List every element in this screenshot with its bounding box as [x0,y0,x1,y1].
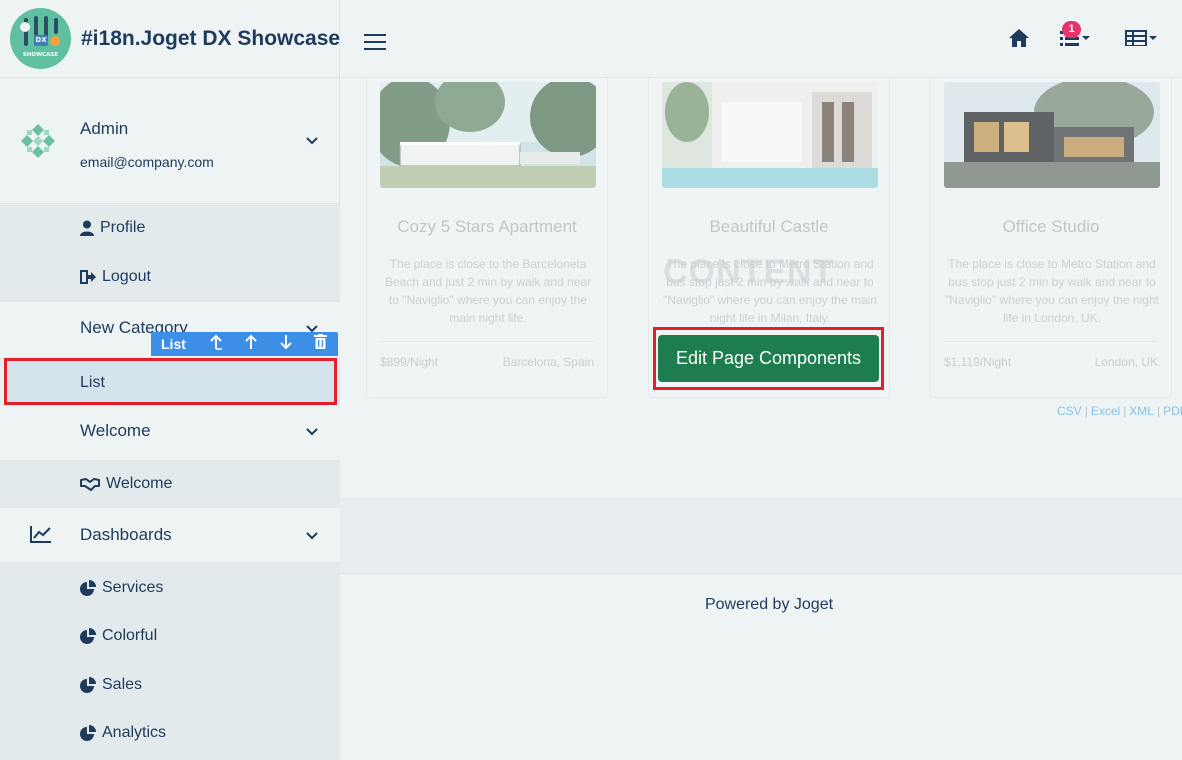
chevron-down-icon[interactable] [305,134,319,148]
card-image-glass-house [380,82,596,188]
export-pdf-link[interactable]: PDF [1163,404,1182,418]
handshake-icon [80,478,100,491]
logout-label: Logout [102,268,151,285]
export-excel-link[interactable]: Excel [1091,404,1120,418]
brand[interactable]: DX SHOWCASE #i18n.Joget DX Showcase [0,0,341,78]
sidebar-item-services[interactable]: Services [80,579,163,597]
footer: Powered by Joget [340,574,1182,760]
sidebar-item-welcome[interactable]: Welcome [80,475,172,493]
card-image-office-studio [944,82,1160,188]
sidebar-group-welcome[interactable]: Welcome [80,421,151,441]
pie-chart-icon [80,677,96,693]
pie-chart-icon [80,628,96,644]
table-menu-icon[interactable] [1125,30,1161,46]
menu-item-logout[interactable]: Logout [80,268,151,286]
sidebar-group-dashboards[interactable]: Dashboards [80,525,172,545]
export-csv-link[interactable]: CSV [1057,404,1082,418]
powered-by: Powered by Joget [704,596,834,613]
listing-card[interactable]: Cozy 5 Stars Apartment The place is clos… [366,66,608,398]
card-price: $899/Night [380,355,439,369]
edit-page-components-button[interactable]: Edit Page Components [658,335,879,382]
card-location: Barcelona, Spain [502,355,594,369]
colorful-label: Colorful [102,627,158,644]
avatar [21,124,55,158]
toolbar-label: List [161,336,186,352]
sidebar-item-analytics[interactable]: Analytics [80,724,166,742]
notification-badge: 1 [1062,21,1081,38]
menu-toggle-icon[interactable] [364,34,386,50]
analytics-label: Analytics [102,724,167,741]
line-chart-icon [30,526,51,543]
card-description: The place is close to the Barceloneta Be… [384,257,592,325]
user-name: Admin [80,119,129,138]
move-up-icon[interactable] [234,334,269,355]
app-logo: DX SHOWCASE [10,8,71,69]
menu-item-profile[interactable]: Profile [80,219,145,237]
profile-label: Profile [100,219,146,236]
content-watermark: CONTENT [663,253,835,291]
export-xml-link[interactable]: XML [1129,404,1154,418]
user-icon [80,220,94,236]
delete-icon[interactable] [303,334,338,354]
card-title: Beautiful Castle [709,217,829,236]
element-toolbar: List [151,332,338,356]
services-label: Services [102,579,164,596]
pie-chart-icon [80,725,96,741]
card-image-castle [662,82,878,188]
card-location: London, UK [1094,355,1158,369]
card-price: $1,119/Night [944,355,1012,369]
content-band [340,498,1182,574]
pie-chart-icon [80,580,96,596]
sales-label: Sales [102,676,143,693]
sidebar-item-label: List [80,374,105,391]
listing-card[interactable]: Office Studio The place is close to Metr… [930,66,1172,398]
move-up-level-icon[interactable] [199,334,234,355]
card-title: Office Studio [1002,217,1100,236]
chevron-down-icon[interactable] [305,425,319,439]
sidebar-item-colorful[interactable]: Colorful [80,627,157,645]
app-title: #i18n.Joget DX Showcase [81,26,341,50]
sidebar-item-list-selected[interactable]: List [4,358,337,405]
welcome-label: Welcome [106,475,173,492]
card-title: Cozy 5 Stars Apartment [397,217,577,236]
user-email: email@company.com [80,154,214,170]
logout-icon [80,270,96,284]
sidebar-item-sales[interactable]: Sales [80,676,142,694]
sidebar: DX SHOWCASE #i18n.Joget DX Showcase Admi… [0,0,340,760]
move-down-icon[interactable] [268,334,303,355]
home-icon[interactable] [1008,28,1030,48]
card-description: The place is close to Metro Station and … [945,257,1159,325]
chevron-down-icon[interactable] [305,529,319,543]
export-links: CSV|Excel|XML|PDF [1057,404,1182,418]
top-header [340,0,1182,78]
